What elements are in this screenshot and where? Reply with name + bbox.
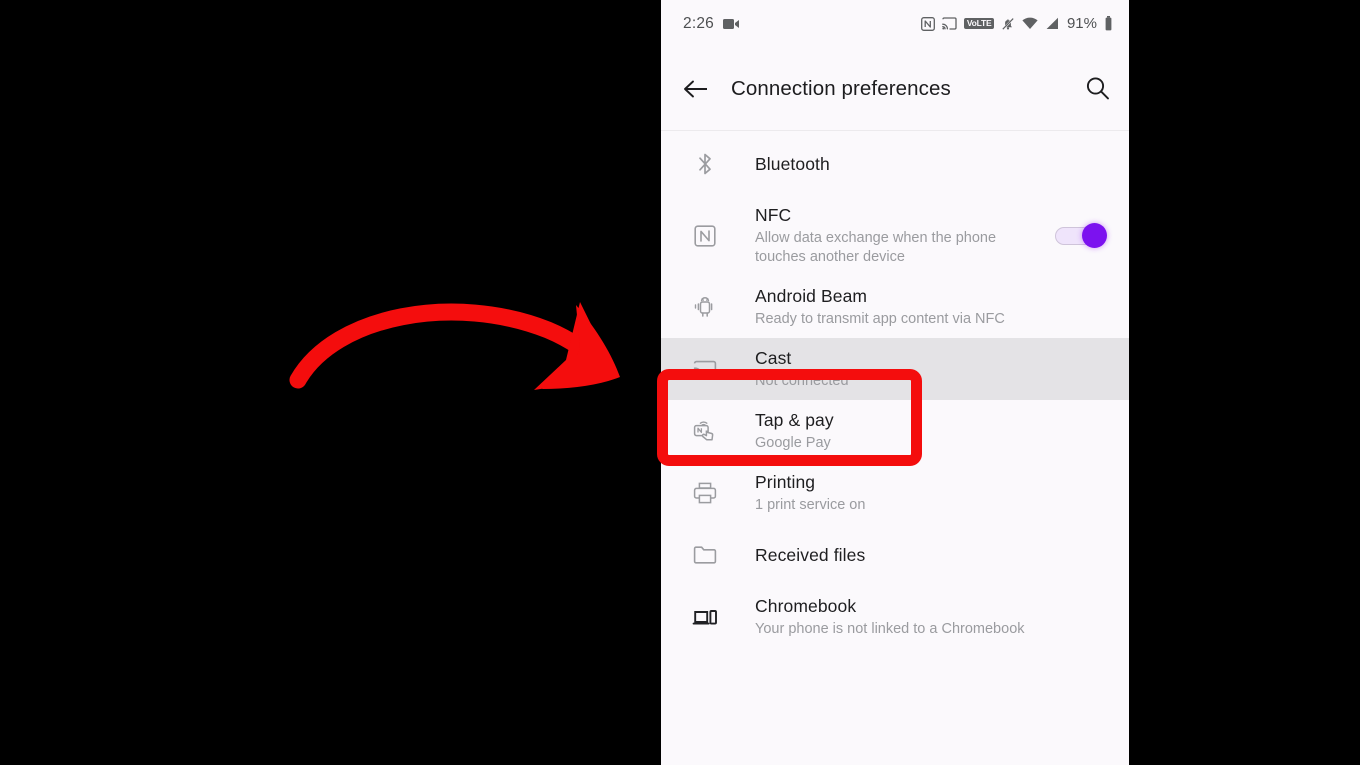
list-item-chromebook[interactable]: Chromebook Your phone is not linked to a… [661, 586, 1129, 648]
back-button[interactable] [683, 78, 709, 100]
status-bar-left: 2:26 [683, 15, 740, 33]
battery-percent-label: 91% [1066, 15, 1097, 32]
nfc-icon [921, 16, 936, 31]
nfc-icon [683, 223, 727, 249]
page-title: Connection preferences [731, 76, 951, 100]
list-item-text: Received files [755, 544, 1113, 567]
list-item-text: Bluetooth [755, 153, 1113, 176]
status-bar-right: VoLTE 91% [921, 15, 1113, 32]
screen-record-icon [722, 18, 739, 29]
list-item-subtitle: Google Pay [755, 434, 831, 451]
list-item-text: Android Beam Ready to transmit app conte… [755, 285, 1113, 329]
cast-icon [683, 356, 727, 382]
curved-pointer-arrow [289, 302, 620, 390]
list-item-text: Cast Not connected [755, 347, 1113, 391]
list-item-title: NFC [755, 205, 792, 225]
list-item-title: Chromebook [755, 596, 857, 617]
status-bar: 2:26 VoLTE 91% [661, 0, 1129, 47]
settings-list: Bluetooth NFC Allow data exchange when t… [661, 131, 1129, 648]
list-item-tap-and-pay[interactable]: Tap & pay Google Pay [661, 400, 1129, 462]
android-beam-icon [683, 294, 727, 320]
list-item-title: Received files [755, 544, 866, 565]
chromebook-icon [683, 604, 727, 630]
list-item-bluetooth[interactable]: Bluetooth [661, 133, 1129, 195]
battery-icon [1105, 16, 1112, 31]
search-icon [1086, 77, 1109, 100]
phone-screen: 2:26 VoLTE 91% Connection preferences Bl… [661, 0, 1129, 765]
folder-icon [683, 542, 727, 568]
list-item-title: Android Beam [755, 286, 868, 307]
list-item-cast[interactable]: Cast Not connected [661, 338, 1129, 400]
screenshot-stage: 2:26 VoLTE 91% Connection preferences Bl… [0, 0, 1360, 765]
list-item-title: Bluetooth [755, 153, 830, 174]
list-item-android-beam[interactable]: Android Beam Ready to transmit app conte… [661, 276, 1129, 338]
status-bar-clock: 2:26 [683, 14, 714, 32]
tap-and-pay-icon [683, 418, 727, 444]
list-item-title: Cast [755, 348, 792, 369]
back-arrow-icon [684, 80, 707, 97]
list-item-subtitle: Not connected [755, 372, 849, 389]
toggle-thumb [1082, 223, 1107, 248]
list-item-title: Tap & pay [755, 410, 834, 431]
app-bar: Connection preferences [661, 47, 1129, 130]
list-item-nfc[interactable]: NFC Allow data exchange when the phone t… [661, 195, 1129, 276]
list-item-subtitle: Allow data exchange when the phone touch… [755, 229, 997, 265]
list-item-title: Printing [755, 472, 816, 493]
notifications-muted-icon [1001, 17, 1015, 30]
volte-icon: VoLTE [964, 17, 994, 30]
list-item-subtitle: Ready to transmit app content via NFC [755, 310, 1005, 327]
printer-icon [683, 480, 727, 506]
bluetooth-icon [683, 151, 727, 177]
search-button[interactable] [1084, 75, 1111, 102]
list-item-text: Printing 1 print service on [755, 471, 1113, 515]
list-item-text: Chromebook Your phone is not linked to a… [755, 595, 1113, 639]
cast-icon [942, 17, 957, 30]
list-item-received-files[interactable]: Received files [661, 524, 1129, 586]
list-item-text: Tap & pay Google Pay [755, 409, 1113, 453]
wifi-icon [1022, 17, 1038, 29]
cellular-signal-icon [1046, 17, 1058, 29]
list-item-text: NFC Allow data exchange when the phone t… [755, 204, 1055, 267]
nfc-toggle[interactable] [1055, 223, 1107, 248]
list-item-subtitle: 1 print service on [755, 496, 866, 513]
list-item-printing[interactable]: Printing 1 print service on [661, 462, 1129, 524]
list-item-subtitle: Your phone is not linked to a Chromebook [755, 620, 1025, 637]
